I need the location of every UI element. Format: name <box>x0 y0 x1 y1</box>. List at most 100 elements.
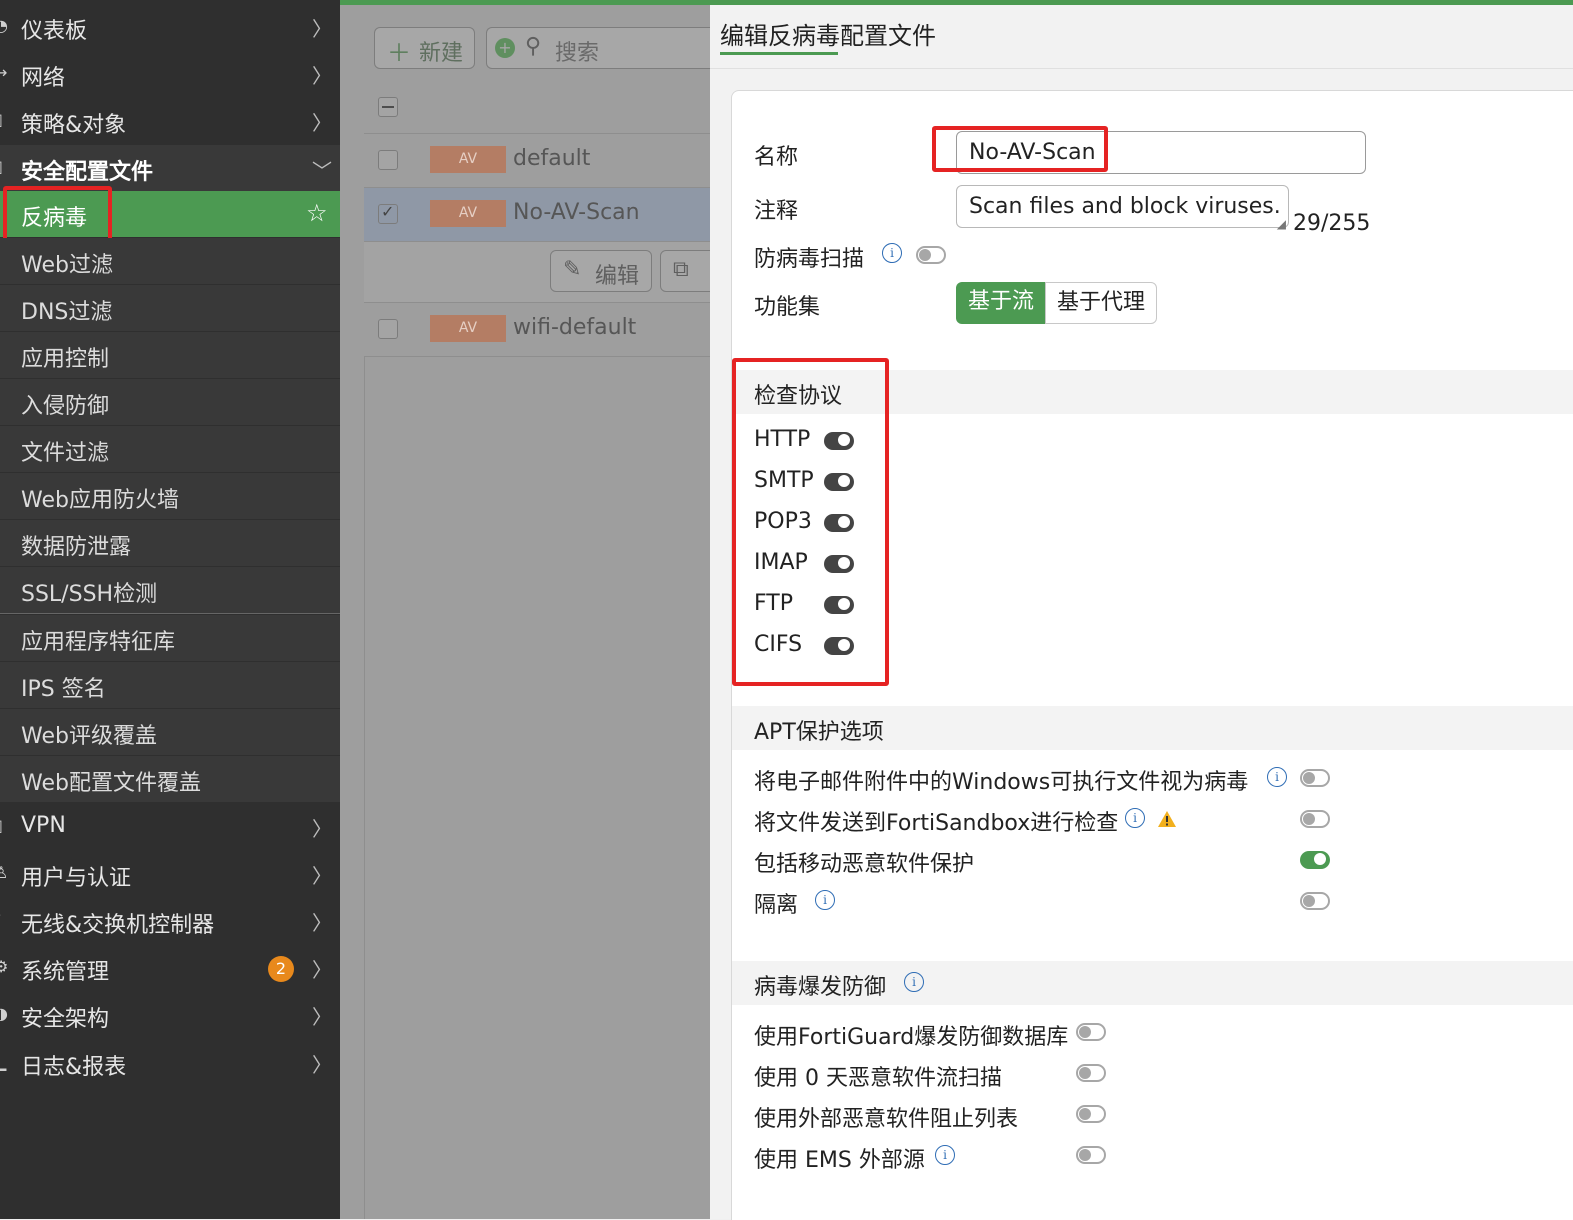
external-blocklist-toggle[interactable] <box>1076 1105 1106 1123</box>
row-checkbox[interactable] <box>378 319 398 339</box>
mobile-malware-toggle[interactable] <box>1300 851 1330 869</box>
apt-option-label: 将电子邮件附件中的Windows可执行文件视为病毒 <box>754 770 1249 795</box>
info-icon[interactable]: i <box>882 243 902 263</box>
av-tag: AV <box>430 315 506 342</box>
sidebar-item-dlp[interactable]: 数据防泄露 <box>0 520 340 566</box>
sidebar-item-network[interactable]: → 网络 〉 <box>0 51 340 97</box>
policy-icon: ▯ <box>0 110 8 130</box>
sidebar-item-waf[interactable]: Web应用防火墙 <box>0 473 340 519</box>
sidebar-item-log-report[interactable]: ▁ 日志&报表 〉 <box>0 1040 340 1086</box>
create-new-button[interactable]: ＋ 新建 <box>374 27 475 69</box>
top-accent-bar <box>710 0 1573 5</box>
user-icon: ♙ <box>0 863 8 882</box>
sidebar-item-wifi-switch[interactable]: ◜ 无线&交换机控制器 〉 <box>0 898 340 944</box>
sidebar-item-ips[interactable]: 入侵防御 <box>0 379 340 425</box>
sidebar-item-ssl-ssh[interactable]: SSL/SSH检测 <box>0 567 340 614</box>
clone-icon: ⧉ <box>673 257 689 282</box>
search-input[interactable]: + ⚲ 搜索 <box>486 27 716 69</box>
comment-textarea[interactable]: Scan files and block viruses. ◢ <box>956 185 1289 231</box>
row-checkbox[interactable]: ✓ <box>378 202 398 224</box>
name-label: 名称 <box>754 145 799 170</box>
feature-proxy-option[interactable]: 基于代理 <box>1045 282 1157 324</box>
sidebar-item-security-fabric[interactable]: ◑ 安全架构 〉 <box>0 992 340 1038</box>
fortisandbox-toggle[interactable] <box>1300 810 1330 828</box>
apt-option-label: 包括移动恶意软件保护 <box>754 852 975 877</box>
edit-antivirus-dialog: 编辑反病毒配置文件 名称 No-AV-Scan 注释 Scan files an… <box>710 0 1573 1220</box>
table-row[interactable]: AV default <box>364 134 710 188</box>
check-icon: ✓ <box>381 202 395 221</box>
sidebar-item-label: 系统管理 <box>21 960 110 985</box>
select-all-checkbox[interactable] <box>378 97 398 117</box>
sidebar-item-system[interactable]: ⚙ 系统管理 2 〉 <box>0 945 340 991</box>
av-tag: AV <box>430 146 506 173</box>
warning-icon <box>1158 811 1176 827</box>
av-tag: AV <box>430 200 506 227</box>
sidebar-item-label: 安全架构 <box>21 1007 110 1032</box>
sidebar-item-label: IPS 签名 <box>21 677 106 702</box>
sidebar-item-label: DNS过滤 <box>21 300 113 325</box>
zero-day-toggle[interactable] <box>1076 1064 1106 1082</box>
table-row-selected[interactable]: ✓ AV No-AV-Scan <box>364 188 710 242</box>
search-placeholder: 搜索 <box>555 41 600 66</box>
info-icon[interactable]: i <box>904 972 924 992</box>
resize-handle-icon[interactable]: ◢ <box>1277 217 1286 231</box>
windows-exe-toggle[interactable] <box>1300 769 1330 787</box>
sidebar-item-label: 安全配置文件 <box>21 160 154 185</box>
sidebar-item-label: Web应用防火墙 <box>21 488 179 513</box>
feature-set-label: 功能集 <box>754 295 821 320</box>
chevron-right-icon: 〉 <box>312 17 332 41</box>
sidebar-item-file-filter[interactable]: 文件过滤 <box>0 426 340 472</box>
sidebar: ◔ 仪表板 〉 → 网络 〉 ▯ 策略&对象 〉 ▯ 安全配置文件 ﹀ 反病毒 … <box>0 0 340 1219</box>
ems-feed-toggle[interactable] <box>1076 1146 1106 1164</box>
sidebar-item-web-filter[interactable]: Web过滤 <box>0 238 340 284</box>
minus-icon <box>382 106 394 108</box>
info-icon[interactable]: i <box>1125 808 1145 828</box>
chevron-right-icon: 〉 <box>312 64 332 88</box>
info-icon[interactable]: i <box>1267 767 1287 787</box>
av-scan-toggle[interactable] <box>916 246 946 264</box>
chevron-right-icon: 〉 <box>312 911 332 935</box>
quarantine-toggle[interactable] <box>1300 892 1330 910</box>
sidebar-item-label: Web配置文件覆盖 <box>21 771 201 796</box>
sidebar-item-ips-signatures[interactable]: IPS 签名 <box>0 662 340 708</box>
sidebar-item-label: 文件过滤 <box>21 441 110 466</box>
info-icon[interactable]: i <box>815 890 835 910</box>
outbreak-option-label: 使用 EMS 外部源 <box>754 1148 925 1173</box>
sidebar-item-label: Web评级覆盖 <box>21 724 157 749</box>
row-name: default <box>513 146 591 171</box>
add-filter-icon[interactable]: + <box>495 38 515 58</box>
edit-button[interactable]: ✎ 编辑 <box>550 250 652 292</box>
sidebar-item-vpn[interactable]: ▯ VPN 〉 <box>0 804 340 850</box>
sidebar-item-web-profile-overrides[interactable]: Web配置文件覆盖 <box>0 756 340 802</box>
chevron-right-icon: 〉 <box>312 1005 332 1029</box>
sidebar-item-policy[interactable]: ▯ 策略&对象 〉 <box>0 98 340 144</box>
table-row[interactable]: AV wifi-default <box>364 303 710 357</box>
dashboard-icon: ◔ <box>0 16 8 35</box>
feature-flow-option[interactable]: 基于流 <box>956 282 1046 324</box>
comment-char-count: 29/255 <box>1293 211 1371 236</box>
av-scan-label: 防病毒扫描 <box>754 247 865 272</box>
dialog-title: 编辑反病毒配置文件 <box>720 22 936 50</box>
sidebar-item-security-profiles[interactable]: ▯ 安全配置文件 ﹀ <box>0 145 340 191</box>
sidebar-item-user-auth[interactable]: ♙ 用户与认证 〉 <box>0 851 340 897</box>
highlight-box <box>932 126 1108 172</box>
row-checkbox[interactable] <box>378 150 398 170</box>
sidebar-item-label: 应用程序特征库 <box>21 630 176 655</box>
apt-option-label: 隔离 <box>754 893 799 918</box>
fortiguard-outbreak-toggle[interactable] <box>1076 1023 1106 1041</box>
sidebar-item-dns-filter[interactable]: DNS过滤 <box>0 285 340 331</box>
info-icon[interactable]: i <box>935 1145 955 1165</box>
sidebar-item-dashboard[interactable]: ◔ 仪表板 〉 <box>0 4 340 50</box>
star-icon[interactable]: ☆ <box>306 199 328 227</box>
security-profile-icon: ▯ <box>0 157 8 177</box>
sidebar-item-label: Web过滤 <box>21 253 113 278</box>
sidebar-item-app-control[interactable]: 应用控制 <box>0 332 340 378</box>
highlight-box <box>3 186 112 246</box>
fabric-icon: ◑ <box>0 1004 8 1023</box>
sidebar-item-app-signatures[interactable]: 应用程序特征库 <box>0 615 340 661</box>
comment-value: Scan files and block viruses. <box>969 194 1281 219</box>
sidebar-item-label: 数据防泄露 <box>21 535 132 560</box>
network-icon: → <box>0 63 8 82</box>
sidebar-item-web-rating-overrides[interactable]: Web评级覆盖 <box>0 709 340 755</box>
log-icon: ▁ <box>0 1052 7 1071</box>
